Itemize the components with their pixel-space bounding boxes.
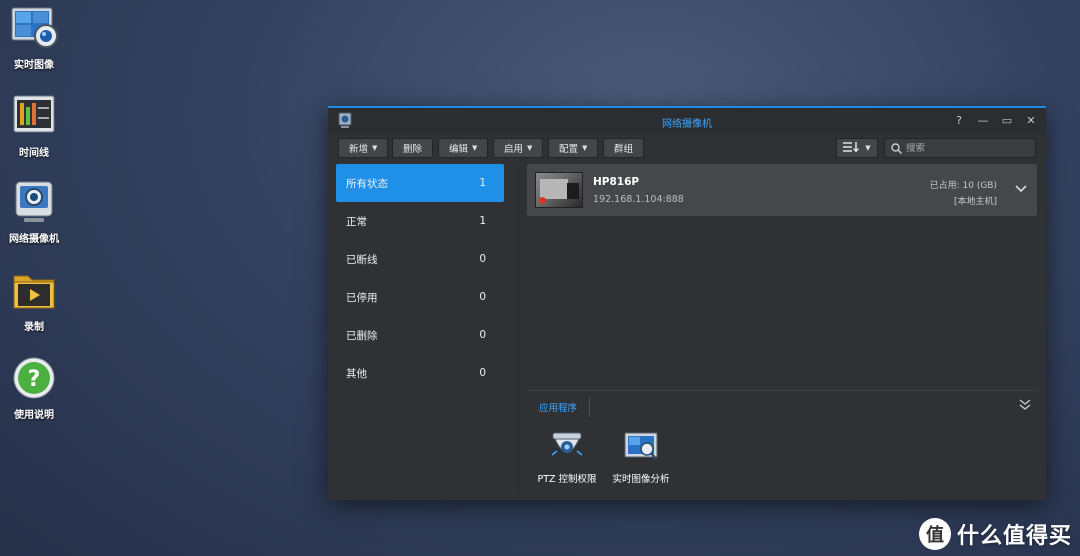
search-input[interactable] xyxy=(906,142,1026,154)
desktop-icon-recording[interactable]: 录制 xyxy=(4,268,64,333)
group-button[interactable]: 群组 xyxy=(603,138,645,158)
search-box[interactable] xyxy=(884,138,1036,158)
sidebar-item-label: 其他 xyxy=(346,367,367,380)
recording-indicator-icon xyxy=(539,197,546,204)
window-title: 网络摄像机 xyxy=(662,119,712,130)
svg-text:?: ? xyxy=(28,367,41,392)
timeline-icon xyxy=(10,94,58,138)
desktop-icon-ip-camera[interactable]: 网络摄像机 xyxy=(4,180,64,245)
ip-camera-icon xyxy=(10,180,58,224)
enable-button-label: 启用 xyxy=(504,144,524,155)
sidebar-item-count: 0 xyxy=(479,329,486,341)
caret-down-icon: ▼ xyxy=(472,144,478,152)
applications-panel: 应用程序 PTZ 控制权限 实时图像分析 xyxy=(527,390,1037,494)
watermark: 值 什么值得买 xyxy=(918,518,1072,550)
watermark-text: 什么值得买 xyxy=(956,524,1072,549)
toolbar: 新增 ▼ 删除 编辑 ▼ 启用 ▼ 配置 ▼ 群组 ▼ 搜索 xyxy=(328,134,1046,164)
sidebar-item-count: 1 xyxy=(479,177,486,189)
configure-button[interactable]: 配置 ▼ xyxy=(548,138,599,158)
camera-host: [本地主机] xyxy=(953,197,997,207)
edit-button-label: 编辑 xyxy=(449,144,469,155)
desktop-icon-label: 时间线 xyxy=(19,148,49,159)
sidebar-item-other[interactable]: 其他 0 xyxy=(336,354,504,392)
caret-down-icon: ▼ xyxy=(865,144,871,152)
sidebar-item-normal[interactable]: 正常 1 xyxy=(336,202,504,240)
help-button[interactable]: ? xyxy=(952,112,966,128)
sidebar-item-count: 0 xyxy=(479,291,486,303)
desktop-icon-help[interactable]: ? 使用说明 xyxy=(4,356,64,421)
live-analytics-icon xyxy=(623,431,659,467)
sidebar-item-label: 正常 xyxy=(346,215,367,228)
sidebar-item-count: 0 xyxy=(479,367,486,379)
sidebar-item-label: 已断线 xyxy=(346,253,378,266)
ip-camera-window: 网络摄像机 ? — ▭ ✕ 新增 ▼ 删除 编辑 ▼ 启用 ▼ 配置 ▼ 群组 xyxy=(328,106,1046,500)
add-button-label: 新增 xyxy=(349,144,369,155)
close-button[interactable]: ✕ xyxy=(1024,112,1038,128)
minimize-button[interactable]: — xyxy=(976,112,990,128)
desktop-icon-timeline[interactable]: 时间线 xyxy=(4,94,64,159)
desktop-icon-label: 网络摄像机 xyxy=(9,234,59,245)
sidebar-item-label: 已停用 xyxy=(346,291,378,304)
sidebar-item-deleted[interactable]: 已删除 0 xyxy=(336,316,504,354)
app-label: PTZ 控制权限 xyxy=(537,474,597,485)
camera-thumbnail xyxy=(535,172,583,208)
window-titlebar[interactable]: 网络摄像机 ? — ▭ ✕ xyxy=(328,108,1046,134)
caret-down-icon: ▼ xyxy=(527,144,533,152)
camera-list: HP816P 192.168.1.104:888 已占用: 10 (GB) [本… xyxy=(527,164,1037,390)
camera-name: HP816P xyxy=(593,176,640,188)
group-button-label: 群组 xyxy=(614,144,634,155)
sidebar-item-disconnected[interactable]: 已断线 0 xyxy=(336,240,504,278)
delete-button[interactable]: 删除 xyxy=(392,138,434,158)
caret-down-icon: ▼ xyxy=(582,144,588,152)
sidebar-item-disabled[interactable]: 已停用 0 xyxy=(336,278,504,316)
desktop-icon-label: 使用说明 xyxy=(14,410,54,421)
tab-applications[interactable]: 应用程序 xyxy=(527,397,591,417)
sidebar-item-count: 0 xyxy=(479,253,486,265)
app-label: 实时图像分析 xyxy=(612,474,670,485)
ptz-camera-icon xyxy=(549,431,585,467)
edit-button[interactable]: 编辑 ▼ xyxy=(438,138,489,158)
sidebar-item-count: 1 xyxy=(479,215,486,227)
camera-row[interactable]: HP816P 192.168.1.104:888 已占用: 10 (GB) [本… xyxy=(527,164,1037,216)
add-button[interactable]: 新增 ▼ xyxy=(338,138,389,158)
delete-button-label: 删除 xyxy=(403,144,423,155)
recording-icon xyxy=(10,268,58,312)
collapse-icon[interactable] xyxy=(1019,399,1031,414)
maximize-button[interactable]: ▭ xyxy=(1000,112,1014,128)
sort-icon xyxy=(843,141,860,155)
camera-storage-usage: 已占用: 10 (GB) xyxy=(929,181,997,191)
search-icon xyxy=(891,139,902,158)
watermark-logo: 值 xyxy=(918,518,951,550)
status-filter-sidebar: 所有状态 1 正常 1 已断线 0 已停用 0 已删除 0 其他 0 xyxy=(336,164,504,494)
chevron-down-icon[interactable] xyxy=(1015,182,1027,196)
pane-divider[interactable] xyxy=(518,164,519,494)
live-view-icon xyxy=(10,6,58,50)
sidebar-item-label: 已删除 xyxy=(346,329,378,342)
camera-ip: 192.168.1.104:888 xyxy=(593,194,684,205)
help-icon: ? xyxy=(10,356,58,400)
configure-button-label: 配置 xyxy=(559,144,579,155)
app-ptz-control[interactable]: PTZ 控制权限 xyxy=(527,431,607,485)
sort-button[interactable]: ▼ xyxy=(836,138,878,158)
sidebar-item-all[interactable]: 所有状态 1 xyxy=(336,164,504,202)
sidebar-item-label: 所有状态 xyxy=(346,177,388,190)
enable-button[interactable]: 启用 ▼ xyxy=(493,138,544,158)
desktop-icon-label: 录制 xyxy=(24,322,44,333)
desktop-icon-label: 实时图像 xyxy=(14,60,54,71)
app-live-analytics[interactable]: 实时图像分析 xyxy=(601,431,681,485)
desktop-icon-live-view[interactable]: 实时图像 xyxy=(4,6,64,71)
caret-down-icon: ▼ xyxy=(372,144,378,152)
